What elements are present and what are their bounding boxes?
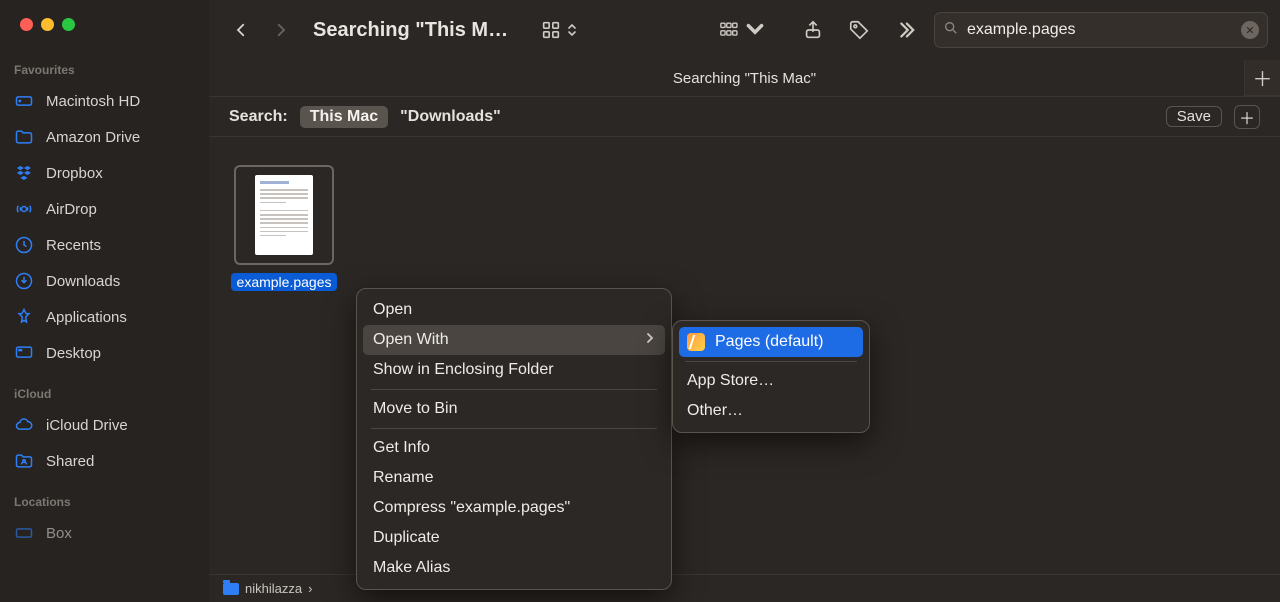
subtitle-text: Searching "This Mac" xyxy=(673,70,816,87)
path-separator: › xyxy=(308,581,312,596)
file-item[interactable]: example.pages xyxy=(233,165,335,291)
harddisk-icon xyxy=(14,523,34,543)
ctx-rename[interactable]: Rename xyxy=(363,463,665,493)
scope-label: Search: xyxy=(229,108,288,126)
sidebar-item-dropbox[interactable]: Dropbox xyxy=(0,155,209,191)
sidebar-item-label: Macintosh HD xyxy=(46,93,140,110)
share-button[interactable] xyxy=(796,15,830,45)
ctx-duplicate[interactable]: Duplicate xyxy=(363,523,665,553)
search-icon xyxy=(943,20,959,41)
chevron-down-icon xyxy=(744,19,766,41)
sidebar-item-label: Dropbox xyxy=(46,165,103,182)
add-criteria-button[interactable]: ＋ xyxy=(1234,105,1260,129)
minimize-window-button[interactable] xyxy=(41,18,54,31)
window-controls xyxy=(0,18,209,31)
ctx-move-bin[interactable]: Move to Bin xyxy=(363,394,665,424)
pages-preview-icon xyxy=(255,175,313,255)
chevron-updown-icon xyxy=(566,21,578,39)
clear-search-button[interactable]: ✕ xyxy=(1241,21,1259,39)
pages-app-icon xyxy=(687,333,705,351)
desktop-icon xyxy=(14,343,34,363)
ctx-make-alias[interactable]: Make Alias xyxy=(363,553,665,583)
sidebar-item-label: Amazon Drive xyxy=(46,129,140,146)
sidebar-item-label: Applications xyxy=(46,309,127,326)
toolbar: Searching "This M… ✕ xyxy=(209,0,1280,60)
ctx-show-enclosing[interactable]: Show in Enclosing Folder xyxy=(363,355,665,385)
sidebar-item-downloads[interactable]: Downloads xyxy=(0,263,209,299)
back-button[interactable] xyxy=(227,16,255,44)
clock-icon xyxy=(14,235,34,255)
group-by-button[interactable] xyxy=(720,15,766,45)
sidebar: Favourites Macintosh HD Amazon Drive Dro… xyxy=(0,0,209,602)
sidebar-item-label: Downloads xyxy=(46,273,120,290)
scope-this-mac[interactable]: This Mac xyxy=(300,106,388,128)
sidebar-section-favourites: Favourites xyxy=(0,59,209,83)
applications-icon xyxy=(14,307,34,327)
airdrop-icon xyxy=(14,199,34,219)
sidebar-item-macintosh-hd[interactable]: Macintosh HD xyxy=(0,83,209,119)
download-icon xyxy=(14,271,34,291)
sidebar-item-airdrop[interactable]: AirDrop xyxy=(0,191,209,227)
search-field[interactable]: ✕ xyxy=(934,12,1268,48)
new-tab-button[interactable]: ＋ xyxy=(1244,60,1280,96)
ctx-separator xyxy=(371,389,657,390)
sidebar-item-label: Shared xyxy=(46,453,94,470)
sidebar-item-icloud-drive[interactable]: iCloud Drive xyxy=(0,407,209,443)
save-search-button[interactable]: Save xyxy=(1166,106,1222,127)
open-with-menu[interactable]: Pages (default) App Store… Other… xyxy=(672,320,870,433)
ctx-open[interactable]: Open xyxy=(363,295,665,325)
cloud-icon xyxy=(14,415,34,435)
sidebar-item-amazon-drive[interactable]: Amazon Drive xyxy=(0,119,209,155)
file-name-label[interactable]: example.pages xyxy=(231,273,338,291)
sidebar-item-recents[interactable]: Recents xyxy=(0,227,209,263)
sidebar-section-icloud: iCloud xyxy=(0,383,209,407)
path-segment[interactable]: nikhilazza xyxy=(245,581,302,596)
file-thumbnail[interactable] xyxy=(234,165,334,265)
overflow-button[interactable] xyxy=(888,15,922,45)
sidebar-item-label: iCloud Drive xyxy=(46,417,128,434)
sidebar-item-label: Recents xyxy=(46,237,101,254)
harddisk-icon xyxy=(14,91,34,111)
open-with-appstore[interactable]: App Store… xyxy=(679,366,863,396)
sidebar-item-applications[interactable]: Applications xyxy=(0,299,209,335)
search-input[interactable] xyxy=(967,21,1233,39)
sidebar-item-shared[interactable]: Shared xyxy=(0,443,209,479)
submenu-separator xyxy=(685,361,857,362)
sidebar-item-label: AirDrop xyxy=(46,201,97,218)
view-mode-toggle[interactable] xyxy=(540,19,578,41)
search-scope-bar: Search: This Mac "Downloads" Save ＋ xyxy=(209,97,1280,137)
open-with-pages[interactable]: Pages (default) xyxy=(679,327,863,357)
sidebar-item-desktop[interactable]: Desktop xyxy=(0,335,209,371)
tags-button[interactable] xyxy=(842,15,876,45)
open-with-other[interactable]: Other… xyxy=(679,396,863,426)
window-title: Searching "This M… xyxy=(313,19,508,42)
scope-downloads[interactable]: "Downloads" xyxy=(400,108,501,126)
sidebar-item-box[interactable]: Box xyxy=(0,515,209,551)
sidebar-section-locations: Locations xyxy=(0,491,209,515)
ctx-get-info[interactable]: Get Info xyxy=(363,433,665,463)
ctx-compress[interactable]: Compress "example.pages" xyxy=(363,493,665,523)
shared-folder-icon xyxy=(14,451,34,471)
ctx-separator xyxy=(371,428,657,429)
subtitle-bar: Searching "This Mac" ＋ xyxy=(209,60,1280,96)
sidebar-item-label: Desktop xyxy=(46,345,101,362)
folder-icon xyxy=(223,583,239,595)
ctx-open-with[interactable]: Open With xyxy=(363,325,665,355)
maximize-window-button[interactable] xyxy=(62,18,75,31)
sidebar-item-label: Box xyxy=(46,525,72,542)
chevron-right-icon xyxy=(645,331,655,349)
dropbox-icon xyxy=(14,163,34,183)
context-menu[interactable]: Open Open With Show in Enclosing Folder … xyxy=(356,288,672,590)
forward-button[interactable] xyxy=(267,16,295,44)
folder-icon xyxy=(14,127,34,147)
close-window-button[interactable] xyxy=(20,18,33,31)
